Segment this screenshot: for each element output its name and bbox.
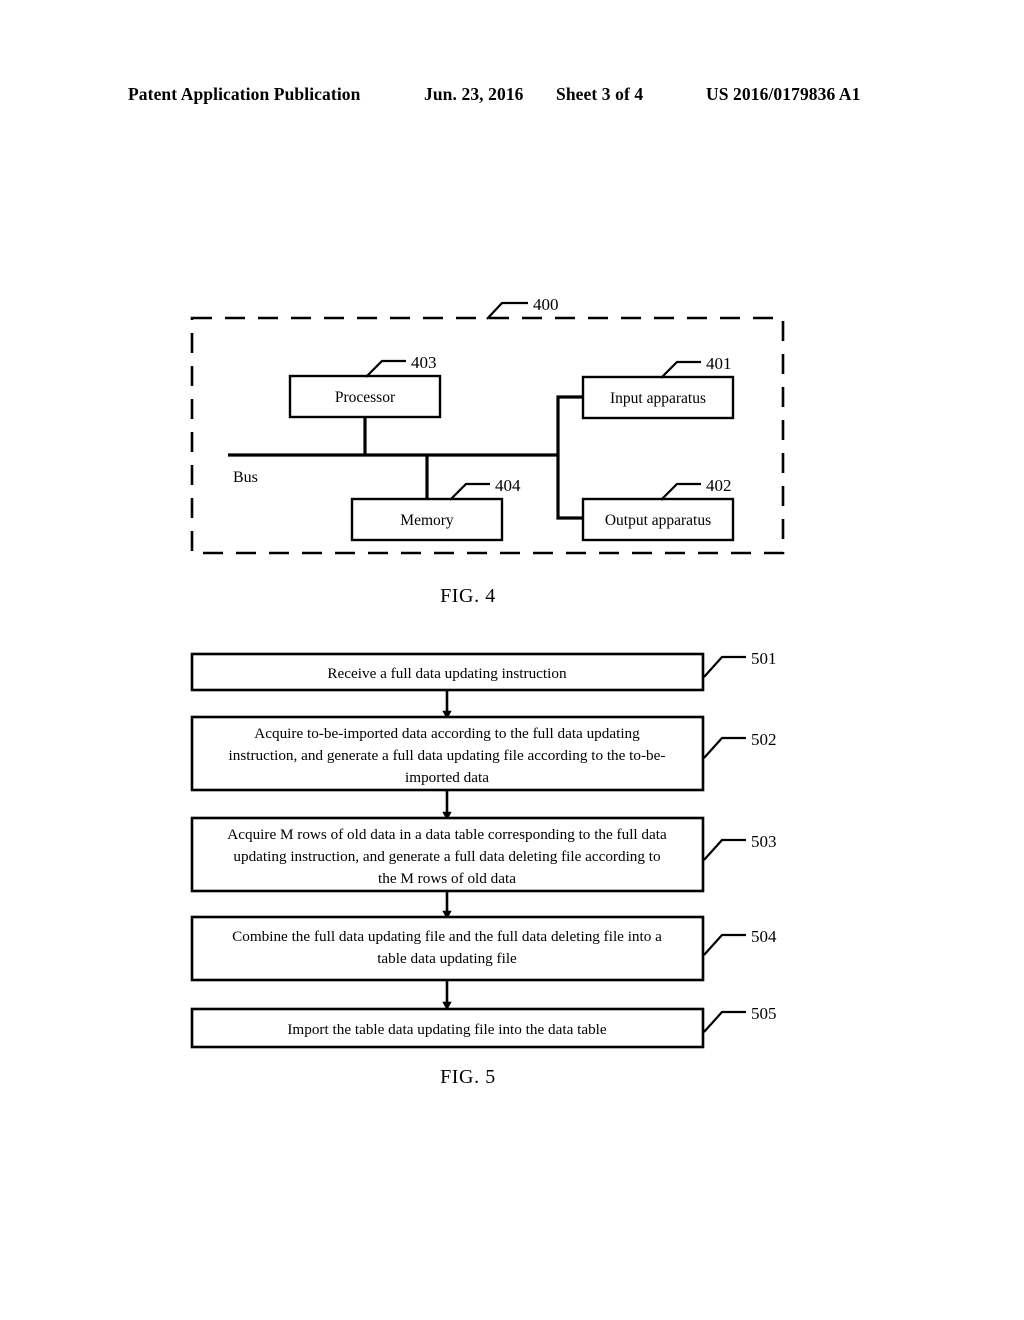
figure-4-caption: FIG. 4 (440, 585, 496, 607)
flow-step-503: Acquire M rows of old data in a data tab… (190, 816, 705, 893)
fig4-ref-404-leader (449, 482, 490, 501)
flow-step-505: Import the table data updating file into… (190, 1007, 705, 1049)
flow-step-502-line-1: instruction, and generate a full data up… (229, 747, 666, 764)
flow-ref-501-leader (703, 655, 746, 678)
flow-step-504-line-1: table data updating file (377, 950, 517, 967)
block-input-apparatus: Input apparatus (581, 375, 735, 420)
fig4-ref-401-leader (660, 360, 701, 379)
fig4-ref-403-leader (365, 359, 406, 378)
fig4-ref-403: 403 (411, 353, 437, 372)
block-memory-label: Memory (400, 512, 454, 529)
fig4-ref-404: 404 (495, 476, 521, 495)
flow-step-503-line-0: Acquire M rows of old data in a data tab… (227, 826, 667, 843)
figure-5-caption: FIG. 5 (440, 1066, 496, 1088)
flow-step-501: Receive a full data updating instruction (190, 652, 705, 692)
patent-page: Patent Application Publication Jun. 23, … (0, 0, 1024, 1320)
flow-ref-503-leader (703, 838, 746, 861)
fig4-ref-400-leader (486, 301, 528, 320)
block-processor-label: Processor (335, 389, 396, 406)
flow-step-502-line-0: Acquire to-be-imported data according to… (254, 725, 640, 742)
flow-step-503-line-2: the M rows of old data (378, 870, 516, 887)
flow-step-504-line-0: Combine the full data updating file and … (232, 928, 662, 945)
flow-ref-503: 503 (751, 832, 777, 851)
block-input-apparatus-label: Input apparatus (610, 390, 706, 407)
flow-step-502: Acquire to-be-imported data according to… (190, 715, 705, 792)
flow-ref-505-leader (703, 1010, 746, 1033)
flow-step-505-line-0: Import the table data updating file into… (287, 1021, 607, 1038)
flow-ref-504: 504 (751, 927, 777, 946)
block-memory: Memory (350, 497, 504, 542)
block-output-apparatus: Output apparatus (581, 497, 735, 542)
figure-4-diagram: 400 Bus Processor 403 Memory 404 Input a… (190, 295, 785, 555)
flow-ref-502: 502 (751, 730, 777, 749)
flow-ref-502-leader (703, 736, 746, 759)
flow-step-502-line-2: imported data (405, 769, 489, 786)
flow-ref-501: 501 (751, 649, 777, 668)
flow-step-504: Combine the full data updating file and … (190, 915, 705, 982)
fig4-ref-400: 400 (533, 295, 559, 314)
flow-step-501-line-0: Receive a full data updating instruction (327, 665, 567, 682)
flow-step-503-line-1: updating instruction, and generate a ful… (233, 848, 661, 865)
block-output-apparatus-label: Output apparatus (605, 512, 711, 529)
flow-ref-505: 505 (751, 1004, 777, 1023)
bus-label: Bus (233, 469, 258, 486)
fig4-ref-402-leader (660, 482, 701, 501)
fig4-ref-401: 401 (706, 354, 732, 373)
fig4-ref-402: 402 (706, 476, 732, 495)
block-processor: Processor (288, 374, 442, 419)
figure-5-flowchart: Receive a full data updating instruction… (190, 649, 777, 1049)
flow-ref-504-leader (703, 933, 746, 956)
io-bus-connector (556, 395, 583, 520)
